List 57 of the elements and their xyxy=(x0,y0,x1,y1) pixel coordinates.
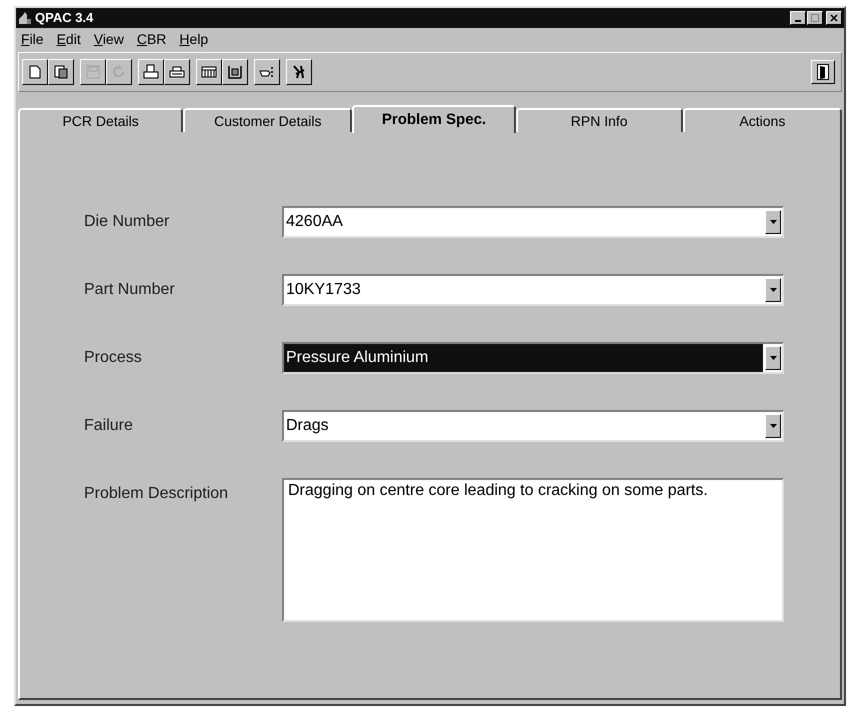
field-label: Process xyxy=(84,348,143,368)
toolbar-button[interactable] xyxy=(22,59,48,85)
dropdown-arrow-button[interactable] xyxy=(765,346,781,370)
maximize-icon xyxy=(811,14,819,22)
menu-item[interactable]: Edit xyxy=(56,28,81,50)
caret-icon xyxy=(770,424,776,428)
toolbar-button[interactable] xyxy=(48,59,74,85)
printer-icon xyxy=(169,64,185,80)
field-label: Part Number xyxy=(84,280,176,300)
dropdown[interactable]: 4260AA xyxy=(282,206,784,238)
field-label: Problem Description xyxy=(84,484,230,504)
tab[interactable]: PCR Details xyxy=(18,108,184,132)
caret-icon xyxy=(770,220,776,224)
maximize-button[interactable] xyxy=(807,11,823,25)
dropdown-value: 4260AA xyxy=(285,212,344,232)
toolbar-button[interactable] xyxy=(138,59,164,85)
dropdown-arrow-button[interactable] xyxy=(765,210,781,234)
menu-item[interactable]: File xyxy=(21,28,44,50)
tab[interactable]: Problem Spec. xyxy=(352,105,516,133)
dropdown[interactable]: 10KY1733 xyxy=(282,274,784,306)
dropdown[interactable]: Drags xyxy=(282,410,784,442)
minimize-icon xyxy=(795,20,801,22)
tab[interactable]: Actions xyxy=(682,108,842,132)
menu-item[interactable]: View xyxy=(94,28,124,50)
dropdown-arrow-button[interactable] xyxy=(765,278,781,302)
field-label: Die Number xyxy=(84,212,170,232)
tab[interactable]: RPN Info xyxy=(516,108,683,132)
tab[interactable]: Customer Details xyxy=(183,108,352,132)
dropdown-value: Drags xyxy=(285,416,330,436)
dropdown-value: 10KY1733 xyxy=(285,280,362,300)
menu-item[interactable]: CBR xyxy=(136,28,166,50)
dropdown[interactable]: Pressure Aluminium xyxy=(282,342,784,374)
toolbar-button[interactable] xyxy=(254,59,280,85)
close-button[interactable] xyxy=(826,11,842,25)
caret-icon xyxy=(770,288,776,292)
dropdown-value: Pressure Aluminium xyxy=(284,344,763,372)
document-icon xyxy=(53,64,69,80)
toolbar-button[interactable] xyxy=(196,59,222,85)
grid-icon xyxy=(201,64,217,80)
floppy-icon xyxy=(85,64,101,80)
circular-arrow-icon xyxy=(111,64,127,80)
page-icon xyxy=(27,64,43,80)
minimize-button[interactable] xyxy=(790,11,806,25)
description-field[interactable]: Dragging on centre core leading to cracking on some parts. xyxy=(282,478,784,622)
door-icon xyxy=(817,64,829,80)
toolbar-button[interactable] xyxy=(222,59,248,85)
window-title: QPAC 3.4 xyxy=(35,9,94,28)
exit-button[interactable] xyxy=(811,60,835,84)
toolbar-button[interactable] xyxy=(164,59,190,85)
menu-item[interactable]: Help xyxy=(179,28,208,50)
dropdown-arrow-button[interactable] xyxy=(765,414,781,438)
close-icon xyxy=(830,14,838,22)
house-icon xyxy=(18,11,32,25)
caret-icon xyxy=(770,356,776,360)
printer-icon xyxy=(143,64,159,80)
field-label: Failure xyxy=(84,416,134,436)
toolbar-button[interactable] xyxy=(286,59,312,85)
